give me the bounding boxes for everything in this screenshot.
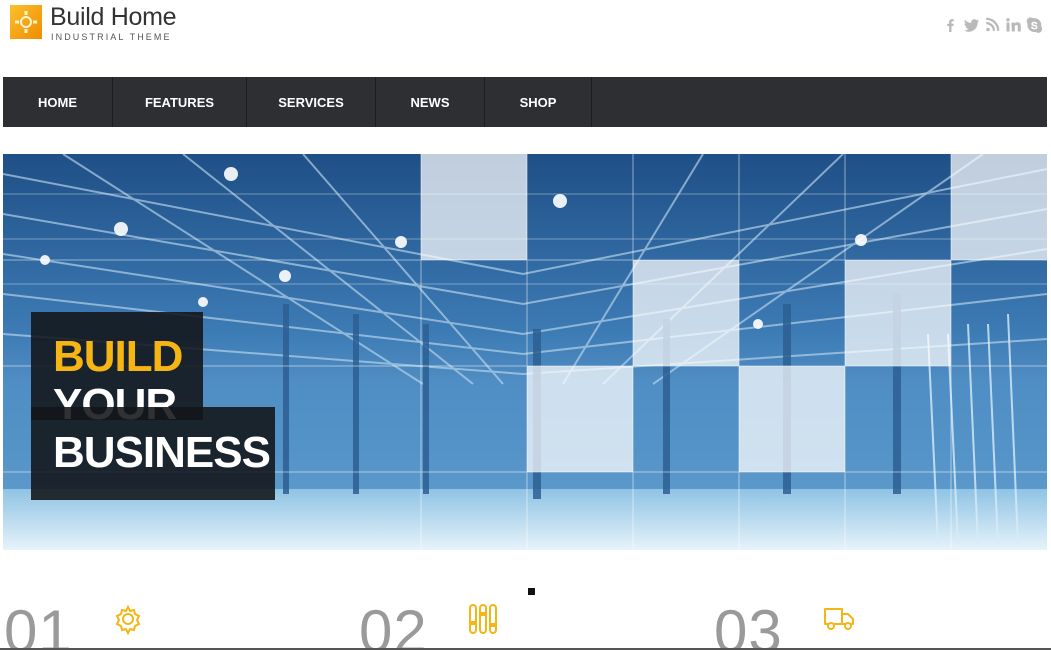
logo-gear-icon bbox=[10, 5, 42, 39]
linkedin-icon[interactable] bbox=[1005, 17, 1022, 33]
main-nav: HOME FEATURES SERVICES NEWS SHOP bbox=[3, 77, 1047, 127]
logo[interactable]: Build Home INDUSTRIAL THEME bbox=[10, 3, 200, 45]
logo-tagline: INDUSTRIAL THEME bbox=[51, 32, 172, 42]
social-links bbox=[942, 17, 1043, 33]
nav-item-label: NEWS bbox=[410, 94, 450, 110]
hero-line-business: BUSINESS bbox=[53, 428, 271, 477]
nav-item-home[interactable]: HOME bbox=[3, 77, 113, 127]
nav-item-label: SHOP bbox=[519, 94, 557, 110]
rss-icon[interactable] bbox=[984, 17, 1001, 33]
hero-slider: BUILD YOUR BUSINESS bbox=[3, 154, 1047, 550]
nav-item-label: SERVICES bbox=[278, 94, 344, 110]
slider-pagination-dot[interactable] bbox=[528, 588, 535, 595]
feature-number: 01 bbox=[4, 598, 73, 650]
twitter-icon[interactable] bbox=[963, 17, 980, 33]
nav-item-features[interactable]: FEATURES bbox=[113, 77, 247, 127]
nav-item-label: FEATURES bbox=[144, 94, 215, 110]
nav-item-news[interactable]: NEWS bbox=[376, 77, 485, 127]
nav-item-label: HOME bbox=[38, 94, 77, 110]
hero-caption-box-bottom: BUSINESS bbox=[31, 407, 275, 500]
facebook-icon[interactable] bbox=[942, 17, 959, 33]
gear-icon bbox=[115, 604, 141, 635]
logo-name: Build Home bbox=[50, 3, 177, 31]
nav-item-shop[interactable]: SHOP bbox=[485, 77, 592, 127]
sliders-icon bbox=[469, 604, 497, 634]
truck-icon bbox=[824, 608, 854, 630]
hero-caption-box-top: BUILD YOUR bbox=[31, 312, 203, 428]
feature-number: 03 bbox=[714, 598, 783, 650]
hero-line-build: BUILD bbox=[53, 332, 183, 381]
skype-icon[interactable] bbox=[1026, 17, 1043, 33]
feature-number: 02 bbox=[359, 598, 428, 650]
nav-item-services[interactable]: SERVICES bbox=[247, 77, 376, 127]
